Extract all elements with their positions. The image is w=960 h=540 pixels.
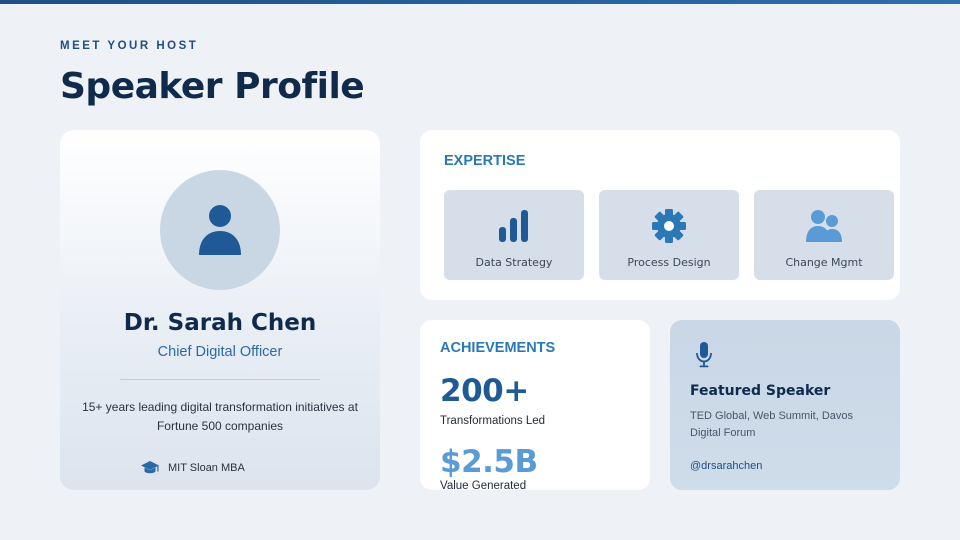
avatar (160, 170, 280, 290)
social-handle[interactable]: @drsarahchen (690, 460, 762, 472)
page-title: Speaker Profile (60, 66, 365, 107)
users-icon (806, 210, 842, 242)
achievements-card: ACHIEVEMENTS 200+ Transformations Led $2… (420, 320, 650, 490)
expertise-card: EXPERTISE Data Strategy Process Design C… (420, 130, 900, 300)
stat-label: Transformations Led (440, 415, 546, 427)
expertise-label: Data Strategy (475, 256, 553, 269)
featured-title: Featured Speaker (690, 383, 831, 399)
education-row: MIT Sloan MBA (140, 460, 245, 476)
gear-icon (652, 209, 686, 243)
stat-label: Value Generated (440, 480, 527, 490)
stat-value: $2.5B (440, 444, 538, 480)
eyebrow-label: MEET YOUR HOST (60, 40, 199, 52)
expertise-label: Process Design (627, 256, 711, 269)
featured-speaker-card: Featured Speaker TED Global, Web Summit,… (670, 320, 900, 490)
expertise-tile-data-strategy: Data Strategy (444, 190, 584, 280)
expertise-tile-change-mgmt: Change Mgmt (754, 190, 894, 280)
expertise-title: EXPERTISE (444, 153, 526, 169)
bar-chart-icon (499, 210, 528, 242)
microphone-icon (696, 342, 712, 368)
stat-value: 200+ (440, 373, 529, 409)
featured-description: TED Global, Web Summit, Davos Digital Fo… (690, 410, 854, 439)
speaker-role: Chief Digital Officer (157, 344, 283, 360)
speaker-name: Dr. Sarah Chen (123, 310, 317, 336)
divider (120, 379, 320, 380)
profile-card: Dr. Sarah Chen Chief Digital Officer 15+… (60, 130, 380, 490)
graduation-cap-icon (141, 461, 159, 474)
speaker-bio: 15+ years leading digital transformation… (82, 400, 358, 433)
expertise-tile-process-design: Process Design (599, 190, 739, 280)
user-icon (199, 205, 241, 255)
top-accent-bar (0, 0, 960, 4)
achievements-title: ACHIEVEMENTS (440, 340, 556, 356)
expertise-label: Change Mgmt (785, 256, 863, 269)
education-text: MIT Sloan MBA (168, 462, 245, 474)
